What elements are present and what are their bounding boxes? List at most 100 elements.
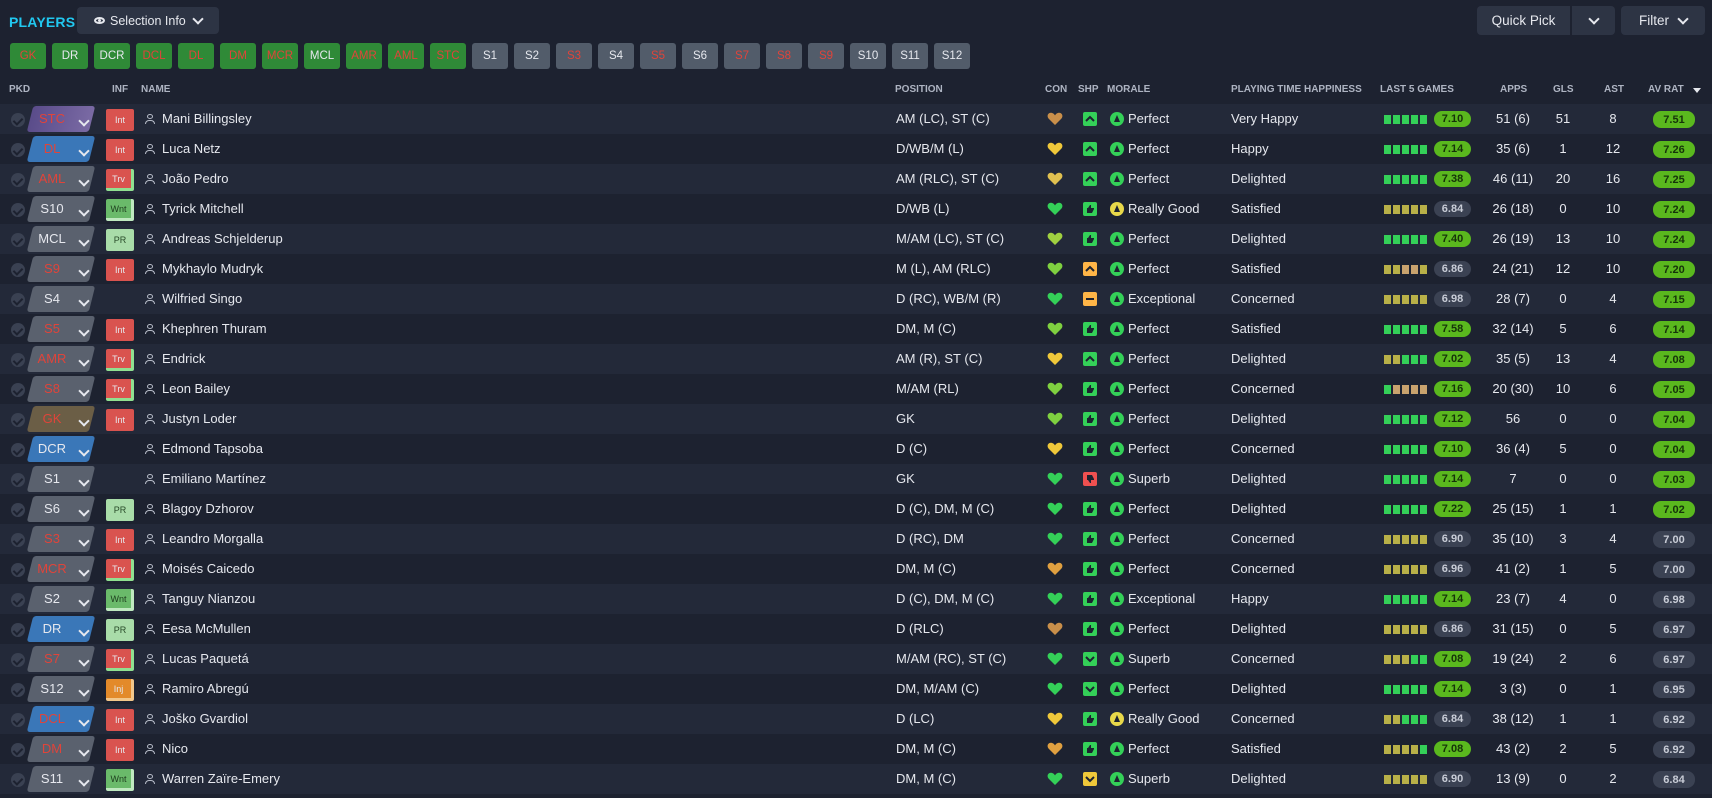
col-name[interactable]: NAME: [141, 84, 170, 95]
table-row[interactable]: DM Int Nico DM, M (C) Perfect Satisfied 7.08 43…: [0, 734, 1712, 764]
info-badge[interactable]: Trv: [106, 649, 134, 671]
info-badge[interactable]: Int: [106, 709, 134, 731]
table-row[interactable]: S10 Wnt Tyrick Mitchell D/WB (L) Really Good…: [0, 194, 1712, 224]
col-shp[interactable]: SHP: [1078, 84, 1099, 95]
position-chip-dcl[interactable]: DCL: [136, 43, 172, 69]
col-avrat[interactable]: AV RAT: [1648, 84, 1684, 95]
info-badge[interactable]: PR: [106, 619, 134, 641]
table-row[interactable]: AML Trv João Pedro AM (RLC), ST (C) Perfect D…: [0, 164, 1712, 194]
chevron-down-icon[interactable]: [78, 263, 90, 278]
col-pkd[interactable]: PKD: [9, 84, 30, 95]
table-row[interactable]: DCR Edmond Tapsoba D (C) Perfect Concerned 7.…: [0, 434, 1712, 464]
pick-checkbox[interactable]: [11, 593, 25, 607]
position-chip-mcl[interactable]: MCL: [304, 43, 340, 69]
info-badge[interactable]: Int: [106, 259, 134, 281]
pick-checkbox[interactable]: [11, 413, 25, 427]
info-badge[interactable]: Int: [106, 739, 134, 761]
info-badge[interactable]: PR: [106, 229, 134, 251]
col-last5[interactable]: LAST 5 GAMES: [1380, 84, 1454, 95]
position-chip-s4[interactable]: S4: [598, 43, 634, 69]
player-name[interactable]: João Pedro: [162, 171, 229, 186]
info-badge[interactable]: Wnt: [106, 589, 134, 611]
table-row[interactable]: S9 Int Mykhaylo Mudryk M (L), AM (RLC) Perfe…: [0, 254, 1712, 284]
chevron-down-icon[interactable]: [78, 743, 90, 758]
chevron-down-icon[interactable]: [78, 593, 90, 608]
pick-checkbox[interactable]: [11, 233, 25, 247]
chevron-down-icon[interactable]: [78, 443, 90, 458]
pick-checkbox[interactable]: [11, 113, 25, 127]
position-chip-stc[interactable]: STC: [430, 43, 466, 69]
col-position[interactable]: POSITION: [895, 84, 943, 95]
table-row[interactable]: S1 Emiliano Martínez GK Superb Delighted 7.14…: [0, 464, 1712, 494]
info-badge[interactable]: Int: [106, 109, 134, 131]
position-chip-s3[interactable]: S3: [556, 43, 592, 69]
selection-info-button[interactable]: Selection Info: [77, 7, 219, 34]
chevron-down-icon[interactable]: [78, 413, 90, 428]
table-row[interactable]: GK Int Justyn Loder GK Perfect Delighted 7.12 5…: [0, 404, 1712, 434]
pick-checkbox[interactable]: [11, 533, 25, 547]
pick-checkbox[interactable]: [11, 713, 25, 727]
pick-checkbox[interactable]: [11, 143, 25, 157]
pick-checkbox[interactable]: [11, 623, 25, 637]
col-ast[interactable]: AST: [1604, 84, 1624, 95]
player-name[interactable]: Joško Gvardiol: [162, 711, 248, 726]
pick-checkbox[interactable]: [11, 323, 25, 337]
pick-checkbox[interactable]: [11, 293, 25, 307]
table-row[interactable]: S3 Int Leandro Morgalla D (RC), DM Perfect Co…: [0, 524, 1712, 554]
player-name[interactable]: Wilfried Singo: [162, 291, 242, 306]
info-badge[interactable]: Trv: [106, 559, 134, 581]
table-row[interactable]: DL Int Luca Netz D/WB/M (L) Perfect Happy 7.14…: [0, 134, 1712, 164]
table-row[interactable]: AMR Trv Endrick AM (R), ST (C) Perfect Deligh…: [0, 344, 1712, 374]
player-name[interactable]: Tyrick Mitchell: [162, 201, 244, 216]
player-name[interactable]: Leon Bailey: [162, 381, 230, 396]
chevron-down-icon[interactable]: [78, 113, 90, 128]
position-chip-s11[interactable]: S11: [892, 43, 928, 69]
chevron-down-icon[interactable]: [78, 143, 90, 158]
chevron-down-icon[interactable]: [78, 653, 90, 668]
table-row[interactable]: STC Int Mani Billingsley AM (LC), ST (C) Per…: [0, 104, 1712, 134]
info-badge[interactable]: Int: [106, 529, 134, 551]
table-row[interactable]: DR PR Eesa McMullen D (RLC) Perfect Delighted…: [0, 614, 1712, 644]
player-name[interactable]: Nico: [162, 741, 188, 756]
table-row[interactable]: S12 Inj Ramiro Abregú DM, M/AM (C) Perfect De…: [0, 674, 1712, 704]
info-badge[interactable]: Int: [106, 409, 134, 431]
quick-pick-button[interactable]: Quick Pick: [1477, 6, 1570, 35]
player-name[interactable]: Justyn Loder: [162, 411, 236, 426]
chevron-down-icon[interactable]: [78, 323, 90, 338]
info-badge[interactable]: Int: [106, 319, 134, 341]
pick-checkbox[interactable]: [11, 383, 25, 397]
info-badge[interactable]: Trv: [106, 379, 134, 401]
col-con[interactable]: CON: [1045, 84, 1067, 95]
pick-checkbox[interactable]: [11, 203, 25, 217]
info-badge[interactable]: Wnt: [106, 199, 134, 221]
pick-checkbox[interactable]: [11, 773, 25, 787]
info-badge[interactable]: Trv: [106, 169, 134, 191]
position-chip-aml[interactable]: AML: [388, 43, 424, 69]
player-name[interactable]: Edmond Tapsoba: [162, 441, 263, 456]
player-name[interactable]: Luca Netz: [162, 141, 221, 156]
player-name[interactable]: Mani Billingsley: [162, 111, 252, 126]
col-morale[interactable]: MORALE: [1107, 84, 1150, 95]
position-chip-dl[interactable]: DL: [178, 43, 214, 69]
pick-checkbox[interactable]: [11, 653, 25, 667]
position-chip-s6[interactable]: S6: [682, 43, 718, 69]
pick-checkbox[interactable]: [11, 473, 25, 487]
pick-checkbox[interactable]: [11, 683, 25, 697]
player-name[interactable]: Warren Zaïre-Emery: [162, 771, 280, 786]
chevron-down-icon[interactable]: [78, 233, 90, 248]
position-chip-dcr[interactable]: DCR: [94, 43, 130, 69]
chevron-down-icon[interactable]: [78, 293, 90, 308]
player-name[interactable]: Andreas Schjelderup: [162, 231, 283, 246]
position-chip-mcr[interactable]: MCR: [262, 43, 298, 69]
table-row[interactable]: MCR Trv Moisés Caicedo DM, M (C) Perfect Conc…: [0, 554, 1712, 584]
chevron-down-icon[interactable]: [78, 353, 90, 368]
chevron-down-icon[interactable]: [78, 533, 90, 548]
player-name[interactable]: Leandro Morgalla: [162, 531, 263, 546]
player-name[interactable]: Endrick: [162, 351, 205, 366]
player-name[interactable]: Moisés Caicedo: [162, 561, 255, 576]
position-chip-amr[interactable]: AMR: [346, 43, 382, 69]
player-name[interactable]: Eesa McMullen: [162, 621, 251, 636]
chevron-down-icon[interactable]: [78, 623, 90, 638]
chevron-down-icon[interactable]: [78, 773, 90, 788]
position-chip-dm[interactable]: DM: [220, 43, 256, 69]
